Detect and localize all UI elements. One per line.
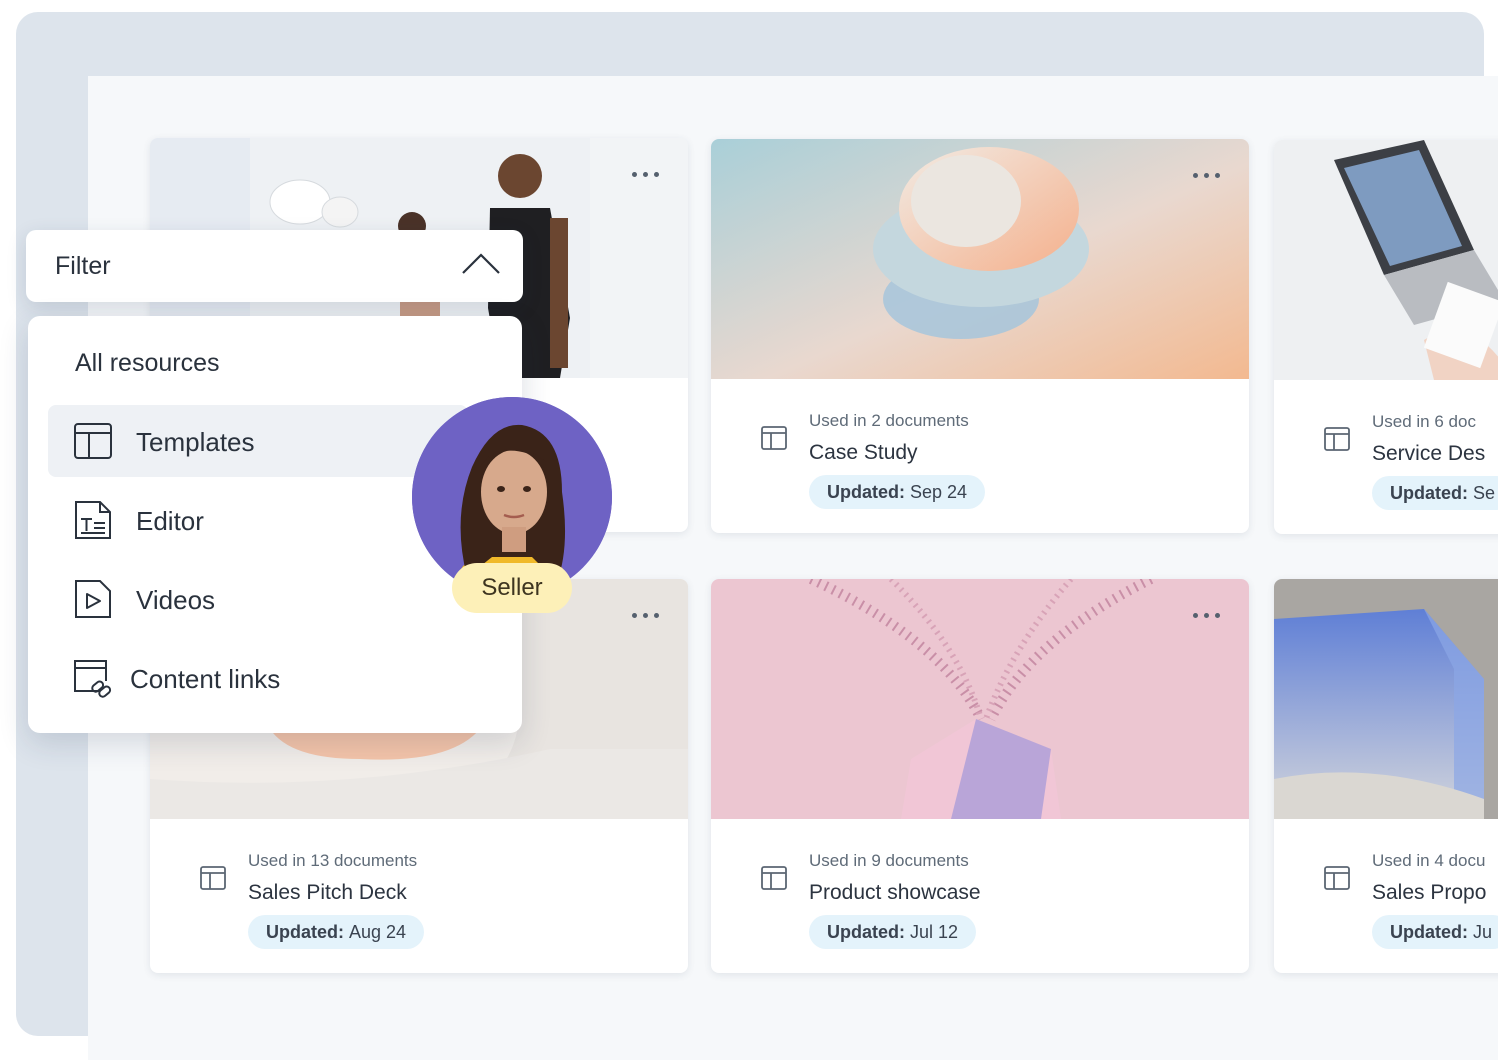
updated-badge: Updated: Aug 24 bbox=[248, 915, 425, 949]
resource-card[interactable]: Used in 2 documents Case Study Updated: S… bbox=[711, 139, 1249, 533]
updated-badge: Updated: Se bbox=[1372, 476, 1498, 510]
more-options-button[interactable] bbox=[1189, 167, 1223, 183]
updated-badge: Updated: Sep 24 bbox=[809, 475, 986, 509]
card-title[interactable]: Case Study bbox=[809, 441, 918, 465]
card-title[interactable]: Sales Propo bbox=[1372, 881, 1486, 905]
text-editor-icon bbox=[75, 501, 111, 539]
filter-item-label: Editor bbox=[136, 506, 204, 536]
filter-item-content-links[interactable]: Content links bbox=[48, 642, 468, 714]
usage-count: Used in 4 docu bbox=[1372, 851, 1486, 870]
chevron-up-icon[interactable] bbox=[461, 252, 501, 276]
card-thumbnail bbox=[1274, 579, 1498, 819]
filter-dropdown-toggle[interactable]: Filter bbox=[26, 230, 523, 302]
more-options-button[interactable] bbox=[1189, 607, 1223, 623]
usage-count: Used in 9 documents bbox=[809, 851, 969, 870]
filter-item-templates[interactable]: Templates bbox=[48, 405, 468, 477]
filter-label: Filter bbox=[55, 252, 111, 280]
more-options-button[interactable] bbox=[628, 166, 662, 182]
resource-card[interactable]: Used in 4 docu Sales Propo Updated: Ju bbox=[1274, 579, 1498, 973]
usage-count: Used in 2 documents bbox=[809, 411, 969, 430]
card-thumbnail bbox=[711, 579, 1249, 819]
updated-badge: Updated: Ju bbox=[1372, 915, 1498, 949]
seller-badge: Seller bbox=[452, 563, 572, 613]
resource-card[interactable]: Used in 9 documents Product showcase Upd… bbox=[711, 579, 1249, 973]
filter-item-label: Templates bbox=[136, 427, 255, 457]
filter-item-label: Videos bbox=[136, 585, 216, 615]
card-thumbnail bbox=[711, 139, 1249, 379]
template-layout-icon bbox=[200, 866, 226, 890]
content-link-icon bbox=[74, 660, 112, 698]
template-layout-icon bbox=[1324, 866, 1350, 890]
video-play-icon bbox=[75, 580, 111, 618]
usage-count: Used in 13 documents bbox=[248, 851, 418, 870]
filter-item-editor[interactable]: Editor bbox=[48, 484, 468, 556]
more-options-button[interactable] bbox=[628, 607, 662, 623]
card-title[interactable]: Sales Pitch Deck bbox=[248, 881, 407, 905]
template-layout-icon bbox=[761, 866, 787, 890]
updated-badge: Updated: Jul 12 bbox=[809, 915, 977, 949]
filter-menu-heading[interactable]: All resources bbox=[75, 349, 220, 378]
template-layout-icon bbox=[1324, 427, 1350, 451]
filter-item-videos[interactable]: Videos bbox=[48, 563, 468, 635]
resource-card[interactable]: Used in 6 doc Service Des Updated: Se bbox=[1274, 140, 1498, 534]
card-thumbnail bbox=[1274, 140, 1498, 380]
usage-count: Used in 6 doc bbox=[1372, 412, 1476, 431]
card-title[interactable]: Product showcase bbox=[809, 881, 981, 905]
template-layout-icon bbox=[74, 423, 112, 459]
card-title[interactable]: Service Des bbox=[1372, 442, 1485, 466]
template-layout-icon bbox=[761, 426, 787, 450]
filter-item-label: Content links bbox=[130, 664, 281, 694]
